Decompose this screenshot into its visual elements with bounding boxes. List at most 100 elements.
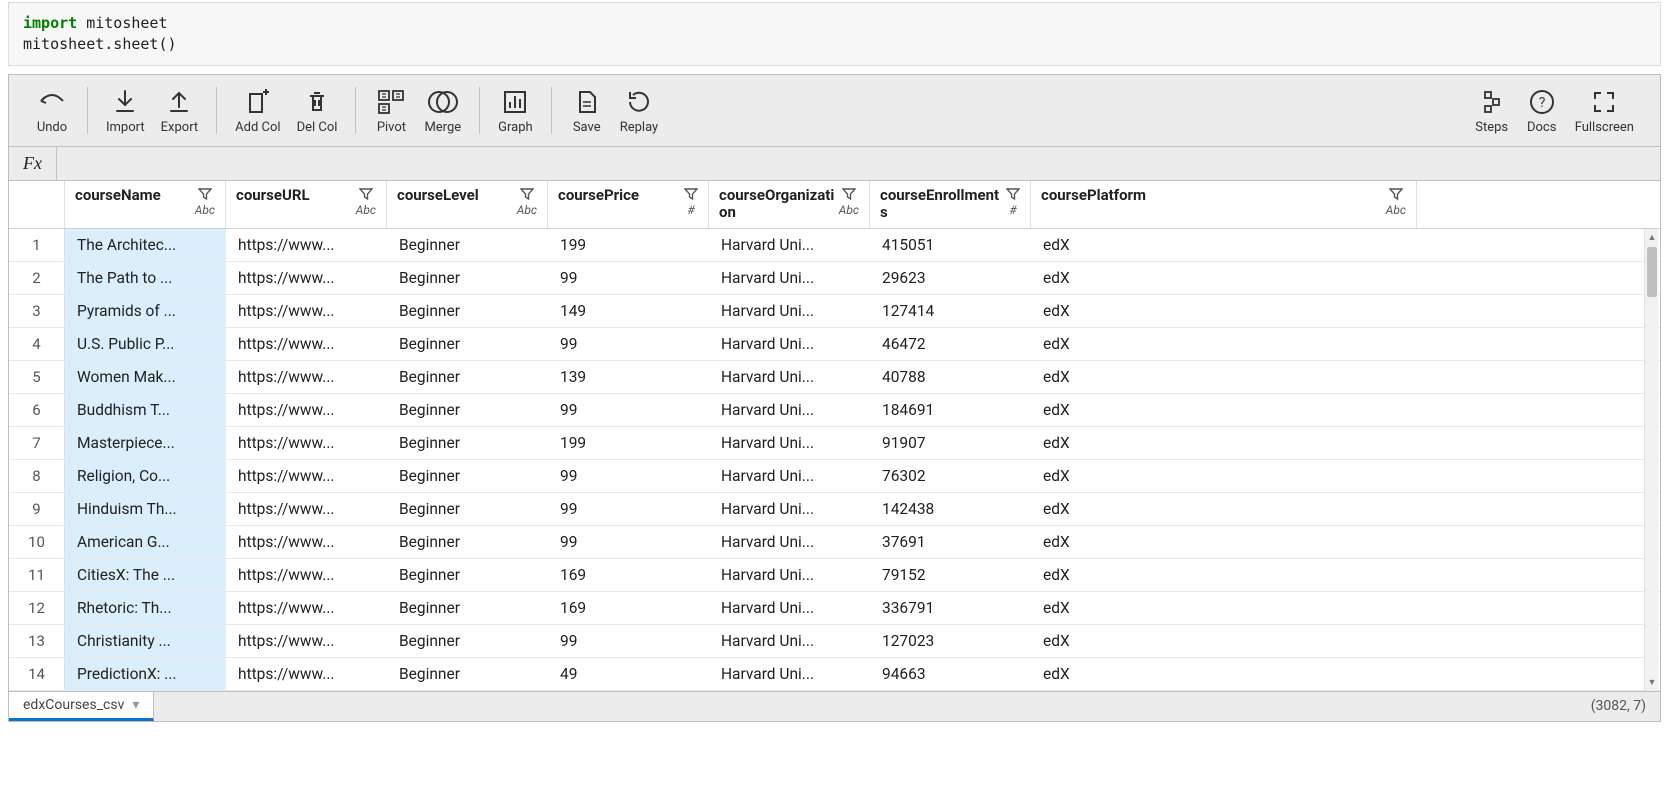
row-number[interactable]: 12 (9, 592, 65, 624)
table-row[interactable]: 11CitiesX: The ...https://www...Beginner… (9, 559, 1660, 592)
table-row[interactable]: 1The Architec...https://www...Beginner19… (9, 229, 1660, 262)
cell[interactable]: https://www... (226, 625, 387, 657)
cell[interactable]: Harvard Uni... (709, 394, 870, 426)
row-number[interactable]: 2 (9, 262, 65, 294)
table-row[interactable]: 7Masterpiece...https://www...Beginner199… (9, 427, 1660, 460)
cell[interactable]: 49 (548, 658, 709, 690)
filter-icon[interactable] (1006, 187, 1020, 201)
cell[interactable]: 127023 (870, 625, 1031, 657)
cell[interactable]: The Architec... (65, 229, 226, 261)
sheet-tab[interactable]: edxCourses_csv ▾ (9, 692, 154, 721)
cell[interactable]: Beginner (387, 229, 548, 261)
cell[interactable]: American G... (65, 526, 226, 558)
cell[interactable]: CitiesX: The ... (65, 559, 226, 591)
cell[interactable]: https://www... (226, 361, 387, 393)
cell[interactable]: 29623 (870, 262, 1031, 294)
table-row[interactable]: 8Religion, Co...https://www...Beginner99… (9, 460, 1660, 493)
cell[interactable]: Harvard Uni... (709, 295, 870, 327)
cell[interactable]: Harvard Uni... (709, 229, 870, 261)
cell[interactable]: Harvard Uni... (709, 559, 870, 591)
cell[interactable]: Women Mak... (65, 361, 226, 393)
filter-icon[interactable] (520, 187, 534, 201)
filter-icon[interactable] (842, 187, 856, 201)
cell[interactable]: Beginner (387, 625, 548, 657)
cell[interactable]: Harvard Uni... (709, 592, 870, 624)
cell[interactable]: Beginner (387, 262, 548, 294)
row-number[interactable]: 8 (9, 460, 65, 492)
cell[interactable]: https://www... (226, 427, 387, 459)
cell[interactable]: 99 (548, 493, 709, 525)
cell[interactable]: 139 (548, 361, 709, 393)
cell[interactable]: Beginner (387, 328, 548, 360)
column-header-courseOrganization[interactable]: courseOrganization Abc (709, 181, 870, 228)
cell[interactable]: Beginner (387, 460, 548, 492)
cell[interactable]: https://www... (226, 394, 387, 426)
cell[interactable]: edX (1031, 328, 1417, 360)
cell[interactable]: Religion, Co... (65, 460, 226, 492)
cell[interactable]: Harvard Uni... (709, 427, 870, 459)
undo-button[interactable]: Undo (27, 82, 77, 139)
cell[interactable]: Beginner (387, 295, 548, 327)
cell[interactable]: 79152 (870, 559, 1031, 591)
cell[interactable]: 37691 (870, 526, 1031, 558)
code-cell[interactable]: import mitosheet mitosheet.sheet() (8, 2, 1661, 66)
table-row[interactable]: 9Hinduism Th...https://www...Beginner99H… (9, 493, 1660, 526)
cell[interactable]: 169 (548, 559, 709, 591)
cell[interactable]: Harvard Uni... (709, 493, 870, 525)
row-number[interactable]: 1 (9, 229, 65, 261)
cell[interactable]: edX (1031, 427, 1417, 459)
row-number[interactable]: 9 (9, 493, 65, 525)
cell[interactable]: edX (1031, 493, 1417, 525)
table-row[interactable]: 6Buddhism T...https://www...Beginner99Ha… (9, 394, 1660, 427)
column-header-coursePlatform[interactable]: coursePlatform Abc (1031, 181, 1417, 228)
cell[interactable]: Pyramids of ... (65, 295, 226, 327)
cell[interactable]: 199 (548, 427, 709, 459)
cell[interactable]: Harvard Uni... (709, 361, 870, 393)
fx-button[interactable]: Fx (9, 147, 57, 180)
cell[interactable]: U.S. Public P... (65, 328, 226, 360)
cell[interactable]: Harvard Uni... (709, 658, 870, 690)
merge-button[interactable]: Merge (416, 82, 469, 139)
cell[interactable]: Beginner (387, 592, 548, 624)
table-row[interactable]: 10American G...https://www...Beginner99H… (9, 526, 1660, 559)
cell[interactable]: 169 (548, 592, 709, 624)
cell[interactable]: 94663 (870, 658, 1031, 690)
cell[interactable]: 127414 (870, 295, 1031, 327)
cell[interactable]: 99 (548, 625, 709, 657)
column-header-courseURL[interactable]: courseURL Abc (226, 181, 387, 228)
cell[interactable]: edX (1031, 460, 1417, 492)
cell[interactable]: edX (1031, 592, 1417, 624)
cell[interactable]: Harvard Uni... (709, 262, 870, 294)
cell[interactable]: Harvard Uni... (709, 625, 870, 657)
table-row[interactable]: 2The Path to ...https://www...Beginner99… (9, 262, 1660, 295)
grid-body[interactable]: 1The Architec...https://www...Beginner19… (9, 229, 1660, 691)
row-number[interactable]: 14 (9, 658, 65, 690)
export-button[interactable]: Export (153, 82, 207, 139)
cell[interactable]: Beginner (387, 658, 548, 690)
cell[interactable]: 91907 (870, 427, 1031, 459)
row-number[interactable]: 7 (9, 427, 65, 459)
cell[interactable]: Beginner (387, 361, 548, 393)
cell[interactable]: edX (1031, 559, 1417, 591)
save-button[interactable]: Save (562, 82, 612, 139)
cell[interactable]: Beginner (387, 559, 548, 591)
cell[interactable]: 99 (548, 328, 709, 360)
scrollbar-thumb[interactable] (1647, 247, 1657, 297)
cell[interactable]: 46472 (870, 328, 1031, 360)
cell[interactable]: Buddhism T... (65, 394, 226, 426)
replay-button[interactable]: Replay (612, 82, 667, 139)
cell[interactable]: Masterpiece... (65, 427, 226, 459)
filter-icon[interactable] (359, 187, 373, 201)
fullscreen-button[interactable]: Fullscreen (1567, 82, 1642, 139)
cell[interactable]: 76302 (870, 460, 1031, 492)
row-number[interactable]: 11 (9, 559, 65, 591)
cell[interactable]: https://www... (226, 295, 387, 327)
scroll-up-arrow[interactable]: ▲ (1645, 229, 1659, 245)
graph-button[interactable]: Graph (490, 82, 541, 139)
table-row[interactable]: 3Pyramids of ...https://www...Beginner14… (9, 295, 1660, 328)
cell[interactable]: Beginner (387, 526, 548, 558)
row-number[interactable]: 6 (9, 394, 65, 426)
row-number[interactable]: 4 (9, 328, 65, 360)
docs-button[interactable]: ? Docs (1517, 82, 1567, 139)
cell[interactable]: Christianity ... (65, 625, 226, 657)
